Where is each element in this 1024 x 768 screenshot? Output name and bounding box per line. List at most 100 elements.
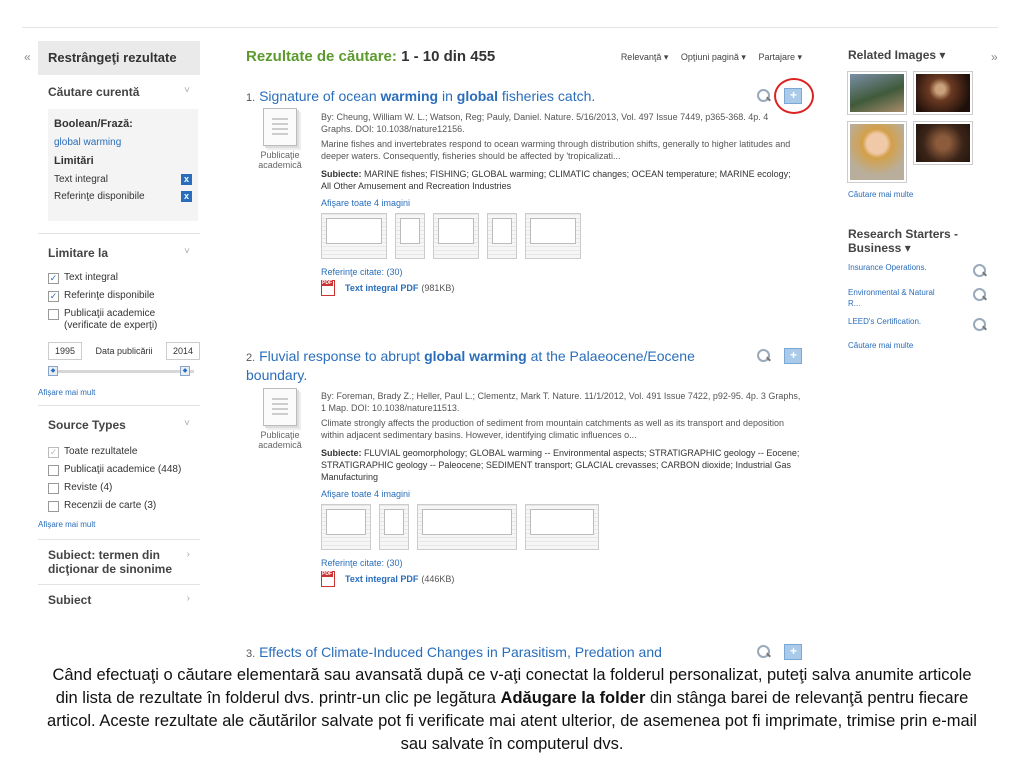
figure-thumb[interactable] xyxy=(525,213,581,259)
results-header: Rezultate de căutare: 1 - 10 din 455 Rel… xyxy=(246,48,802,68)
chevron-down-icon: ˅ xyxy=(184,246,190,257)
show-more-link[interactable]: Afişare mai mult xyxy=(38,520,200,529)
preview-icon[interactable] xyxy=(972,287,988,303)
checkbox[interactable]: ✓ xyxy=(48,447,59,458)
results-title: Rezultate de căutare: 1 - 10 din 455 xyxy=(246,48,496,65)
research-more-link[interactable]: Căutare mai multe xyxy=(848,341,988,350)
query-link[interactable]: global warming xyxy=(54,137,192,148)
remove-limit-icon[interactable]: x xyxy=(181,174,192,185)
related-images-title[interactable]: Related Images ▾ xyxy=(848,48,988,62)
document-icon xyxy=(263,108,297,146)
divider xyxy=(38,233,200,234)
result-item: 3. Effects of Climate-Induced Changes in… xyxy=(246,644,802,664)
result-item: 1. Signature of ocean warming in global … xyxy=(246,78,814,328)
limit-option-references[interactable]: ✓ Referinţe disponibile xyxy=(38,290,200,302)
show-images-link[interactable]: Afişare toate 4 imagini xyxy=(321,198,801,208)
checkbox[interactable] xyxy=(48,309,59,320)
related-image[interactable] xyxy=(848,122,906,182)
checkbox[interactable] xyxy=(48,483,59,494)
related-image[interactable] xyxy=(914,122,972,164)
figure-thumb[interactable] xyxy=(395,213,425,259)
sort-dropdown[interactable]: Relevanţă ▾ xyxy=(621,52,669,62)
figure-thumb[interactable] xyxy=(417,504,517,550)
checkbox[interactable]: ✓ xyxy=(48,273,59,284)
preview-icon[interactable] xyxy=(972,263,988,279)
result-title[interactable]: 2. Fluvial response to abrupt global war… xyxy=(246,348,746,384)
result-body: By: Foreman, Brady Z.; Heller, Paul L.; … xyxy=(321,390,801,587)
source-option-magazines[interactable]: Reviste (4) xyxy=(38,482,200,494)
pdf-link-row[interactable]: Text integral PDF (446KB) xyxy=(321,571,801,587)
figure-thumb[interactable] xyxy=(379,504,409,550)
limit-option-full-text[interactable]: ✓ Text integral xyxy=(38,272,200,284)
boolean-label: Boolean/Frază: xyxy=(54,118,133,130)
result-title[interactable]: 1. Signature of ocean warming in global … xyxy=(246,88,746,107)
research-starters-title[interactable]: Research Starters - Business ▾ xyxy=(848,227,988,255)
date-from-input[interactable]: 1995 xyxy=(48,342,82,360)
pdf-link-row[interactable]: Text integral PDF (981KB) xyxy=(321,280,801,296)
slider-handle-right[interactable]: ◆ xyxy=(180,366,190,376)
cited-references-link[interactable]: Referinţe citate: (30) xyxy=(321,267,801,277)
chevron-down-icon: ˅ xyxy=(184,418,190,429)
related-images-grid xyxy=(848,72,988,182)
preview-icon[interactable] xyxy=(972,317,988,333)
checkbox[interactable] xyxy=(48,465,59,476)
limit-to-title[interactable]: Limitare la ˅ xyxy=(38,246,200,260)
research-item[interactable]: Insurance Operations. xyxy=(848,263,988,279)
checkbox[interactable]: ✓ xyxy=(48,291,59,302)
figure-thumb[interactable] xyxy=(321,504,371,550)
thesaurus-title[interactable]: Subiect: termen din dicţionar de sinonim… xyxy=(38,548,200,576)
related-image[interactable] xyxy=(914,72,972,114)
current-search-box: Boolean/Frază: global warming Limitări T… xyxy=(48,109,198,221)
collapse-right-icon[interactable]: » xyxy=(991,50,998,64)
limits-label: Limitări xyxy=(54,155,94,167)
slider-handle-left[interactable]: ◆ xyxy=(48,366,58,376)
preview-icon[interactable] xyxy=(756,88,772,104)
figure-thumb[interactable] xyxy=(433,213,479,259)
research-item[interactable]: Environmental & Natural R... xyxy=(848,287,988,309)
figure-thumb[interactable] xyxy=(321,213,387,259)
divider xyxy=(38,584,200,585)
related-image[interactable] xyxy=(848,72,906,114)
chevron-right-icon: › xyxy=(186,549,190,560)
show-images-link[interactable]: Afişare toate 4 imagini xyxy=(321,489,801,499)
figure-thumb[interactable] xyxy=(525,504,599,550)
current-search-title[interactable]: Căutare curentă ˅ xyxy=(38,85,200,99)
show-more-link[interactable]: Afişare mai mult xyxy=(38,388,200,397)
preview-icon[interactable] xyxy=(756,348,772,364)
highlight-circle xyxy=(774,78,814,114)
cited-references-link[interactable]: Referinţe citate: (30) xyxy=(321,558,801,568)
date-range: 1995 Data publicării 2014 xyxy=(38,342,200,360)
refine-sidebar: Restrângeţi rezultate Căutare curentă ˅ … xyxy=(38,41,200,607)
figure-thumb[interactable] xyxy=(487,213,517,259)
limit-option-academic[interactable]: Publicaţii academice (verificate de expe… xyxy=(38,308,200,332)
remove-limit-icon[interactable]: x xyxy=(181,191,192,202)
source-types-title[interactable]: Source Types ˅ xyxy=(38,418,200,432)
right-sidebar: Related Images ▾ Căutare mai multe Resea… xyxy=(848,48,988,350)
source-option-reviews[interactable]: Recenzii de carte (3) xyxy=(38,500,200,512)
collapse-left-icon[interactable]: « xyxy=(24,50,31,64)
add-to-folder-icon[interactable] xyxy=(784,644,802,660)
share-dropdown[interactable]: Partajare ▾ xyxy=(758,52,802,62)
page-options-dropdown[interactable]: Opţiuni pagină ▾ xyxy=(681,52,746,62)
checkbox[interactable] xyxy=(48,501,59,512)
doc-type-label: Publicaţie academică xyxy=(258,150,302,170)
results-options: Relevanţă ▾ Opţiuni pagină ▾ Partajare ▾ xyxy=(611,52,802,63)
doc-type-column: Publicaţie academică xyxy=(254,108,306,170)
result-subjects: Subiecte: MARINE fishes; FISHING; GLOBAL… xyxy=(321,169,791,191)
slider-track xyxy=(54,370,194,373)
subject-title[interactable]: Subiect › xyxy=(38,593,200,607)
source-option-all[interactable]: ✓ Toate rezultatele xyxy=(38,446,200,458)
source-option-academic[interactable]: Publicaţii academice (448) xyxy=(38,464,200,476)
date-slider[interactable]: ◆ ◆ xyxy=(48,366,200,376)
research-item[interactable]: LEED's Certification. xyxy=(848,317,988,333)
date-to-input[interactable]: 2014 xyxy=(166,342,200,360)
caption-text: Când efectuaţi o căutare elementară sau … xyxy=(40,664,984,756)
result-title[interactable]: 3. Effects of Climate-Induced Changes in… xyxy=(246,644,746,663)
preview-icon[interactable] xyxy=(756,644,772,660)
result-item: 2. Fluvial response to abrupt global war… xyxy=(246,348,802,618)
image-thumbs xyxy=(321,504,801,550)
pdf-icon xyxy=(321,571,335,587)
add-to-folder-icon[interactable] xyxy=(784,348,802,364)
top-divider xyxy=(22,27,998,28)
images-more-link[interactable]: Căutare mai multe xyxy=(848,190,988,199)
